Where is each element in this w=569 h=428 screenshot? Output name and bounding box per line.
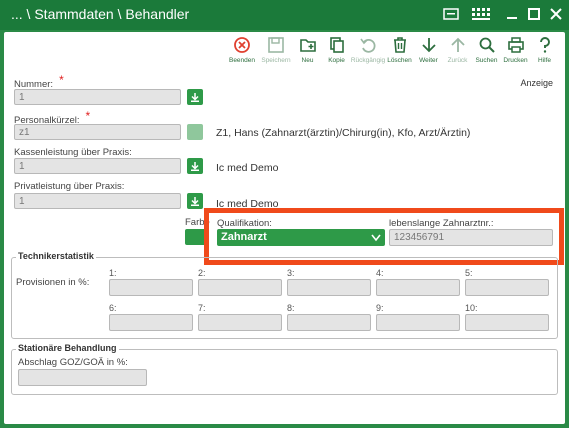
print-button[interactable]: Drucken [501, 36, 530, 74]
copy-label: Kopie [328, 57, 345, 64]
printer-icon [507, 37, 524, 53]
slot-label: 10: [465, 303, 478, 313]
save-icon [268, 37, 284, 53]
title-bar: ... \ Stammdaten \ Behandler [0, 0, 569, 30]
undo-icon [360, 38, 376, 53]
abschlag-label: Abschlag GOZ/GOÄ in %: [18, 357, 128, 368]
help-icon [539, 37, 550, 53]
new-label: Neu [301, 57, 314, 64]
search-label: Suchen [475, 57, 498, 64]
undo-label: Rückgängig [350, 57, 386, 64]
provision-input[interactable] [287, 314, 371, 331]
required-mark: * [59, 73, 64, 87]
next-button[interactable]: Weiter [414, 36, 443, 74]
slot-label: 4: [376, 268, 384, 278]
provision-input[interactable] [465, 314, 549, 331]
print-label: Drucken [503, 57, 528, 64]
content-area: Beenden Speichern Neu Kopie Rückgängig L… [4, 32, 565, 424]
privatleistung-pick-button[interactable] [187, 193, 203, 209]
kassenleistung-label: Kassenleistung über Praxis: [14, 147, 132, 158]
download-icon [191, 162, 199, 171]
search-button[interactable]: Suchen [472, 36, 501, 74]
provision-input[interactable] [198, 314, 282, 331]
save-button[interactable]: Speichern [259, 36, 293, 74]
search-icon [479, 37, 495, 53]
window-frame: Beenden Speichern Neu Kopie Rückgängig L… [0, 30, 569, 428]
keyboard-icon[interactable] [436, 0, 465, 28]
kassenleistung-field[interactable]: 1 [14, 158, 181, 174]
provision-input[interactable] [198, 279, 282, 296]
save-label: Speichern [261, 57, 291, 64]
help-label: Hilfe [537, 57, 551, 64]
slot-label: 6: [109, 303, 117, 313]
slot-label: 7: [198, 303, 206, 313]
exit-label: Beenden [228, 57, 256, 64]
provisionen-label: Provisionen in %: [16, 277, 90, 288]
slot-label: 8: [287, 303, 295, 313]
next-label: Weiter [419, 57, 438, 64]
back-label: Zurück [447, 57, 468, 64]
provision-input[interactable] [376, 279, 460, 296]
personalkuerzel-field[interactable]: z1 [14, 124, 181, 140]
new-folder-icon [299, 39, 316, 52]
required-mark: * [85, 109, 91, 123]
back-button[interactable]: Zurück [443, 36, 472, 74]
nummer-label: Nummer: * [14, 73, 64, 90]
technikerstatistik-title: Technikerstatistik [16, 251, 96, 261]
arrow-up-icon [450, 37, 465, 52]
nummer-pick-button[interactable] [187, 89, 203, 105]
slot-label: 9: [376, 303, 384, 313]
new-button[interactable]: Neu [293, 36, 322, 74]
provision-input[interactable] [109, 279, 193, 296]
provision-input[interactable] [376, 314, 460, 331]
slot-label: 5: [465, 268, 473, 278]
slot-label: 1: [109, 268, 117, 278]
personalkuerzel-pick-button[interactable] [187, 124, 203, 140]
slot-label: 2: [198, 268, 206, 278]
privatleistung-field[interactable]: 1 [14, 193, 181, 209]
download-icon [191, 197, 199, 206]
close-circle-icon [234, 37, 250, 53]
trash-icon [393, 37, 406, 53]
grid-icon[interactable] [466, 0, 495, 28]
arrow-down-icon [421, 38, 436, 53]
kassenleistung-pick-button[interactable] [187, 158, 203, 174]
window-title: ... \ Stammdaten \ Behandler [11, 6, 190, 22]
privatleistung-label: Privatleistung über Praxis: [14, 181, 125, 192]
copy-button[interactable]: Kopie [322, 36, 351, 74]
provision-input[interactable] [109, 314, 193, 331]
delete-label: Löschen [387, 57, 412, 64]
delete-button[interactable]: Löschen [385, 36, 414, 74]
exit-button[interactable]: Beenden [225, 36, 259, 74]
kassen-info: Ic med Demo [216, 162, 279, 174]
anzeige-label: Anzeige [520, 78, 553, 88]
toolbar: Beenden Speichern Neu Kopie Rückgängig L… [225, 36, 559, 74]
slot-label: 3: [287, 268, 295, 278]
abschlag-input[interactable] [18, 369, 147, 386]
copy-icon [329, 37, 344, 53]
personal-info: Z1, Hans (Zahnarzt(ärztin)/Chirurg(in), … [216, 127, 471, 139]
provision-input[interactable] [465, 279, 549, 296]
undo-button[interactable]: Rückgängig [351, 36, 385, 74]
help-button[interactable]: Hilfe [530, 36, 559, 74]
nummer-field[interactable]: 1 [14, 89, 181, 105]
stationaer-title: Stationäre Behandlung [16, 343, 119, 353]
close-icon[interactable] [541, 0, 569, 28]
download-icon [191, 93, 199, 102]
provision-input[interactable] [287, 279, 371, 296]
